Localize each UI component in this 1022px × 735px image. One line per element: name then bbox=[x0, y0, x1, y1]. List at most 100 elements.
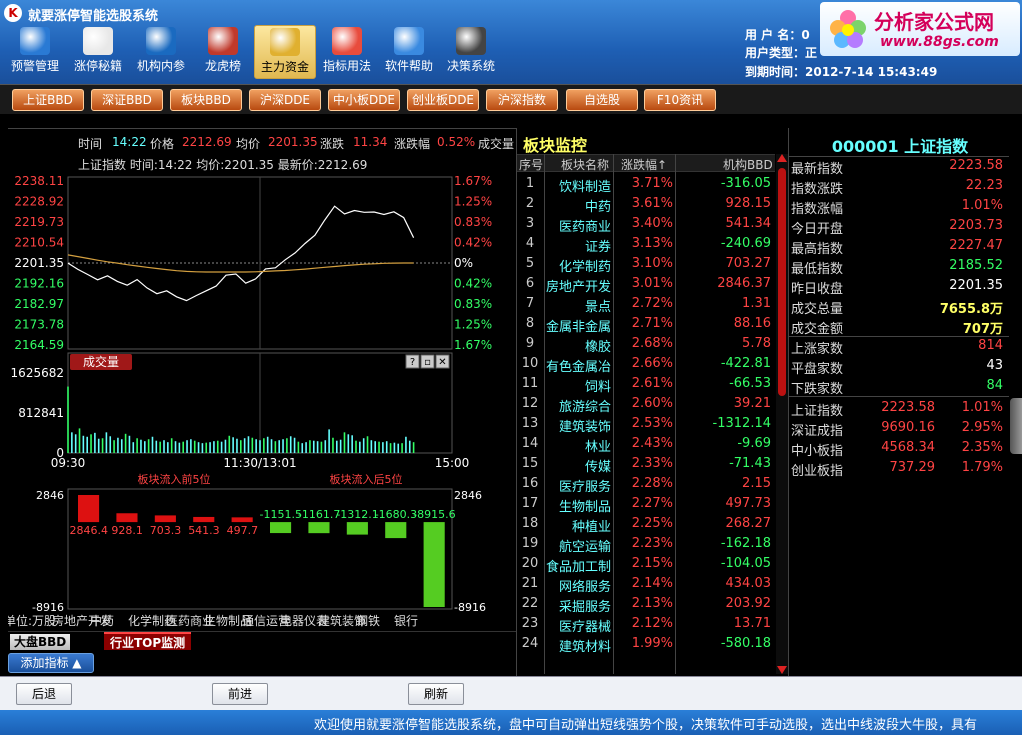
pct-label: 涨跌幅 bbox=[394, 137, 431, 151]
sector-name: 种植业 bbox=[571, 520, 611, 535]
scroll-thumb[interactable] bbox=[778, 168, 786, 396]
toolbar-button-3[interactable]: building-icon 龙虎榜 bbox=[192, 25, 254, 79]
quick-button-2[interactable]: 板块BBD bbox=[170, 89, 242, 111]
user-name-row: 用 户 名：0 bbox=[745, 26, 810, 43]
pct-tick-right: 1.67% bbox=[454, 338, 492, 352]
refresh-button[interactable]: 刷新 bbox=[408, 683, 464, 705]
sector-no: 4 bbox=[525, 236, 535, 251]
toolbar-button-4[interactable]: coins-icon 主力资金 bbox=[254, 25, 316, 79]
sector-row[interactable]: 8 金属非金属 2.71% 88.16 bbox=[517, 314, 775, 335]
toolbar-button-1[interactable]: newspaper-icon 涨停秘籍 bbox=[67, 25, 129, 79]
quick-button-3[interactable]: 沪深DDE bbox=[249, 89, 321, 111]
tab-industry-top[interactable]: 行业TOP监测 bbox=[104, 632, 192, 650]
add-indicator-button[interactable]: 添加指标 ▲ bbox=[8, 653, 94, 673]
sector-row[interactable]: 23 医疗器械 2.12% 13.71 bbox=[517, 614, 775, 635]
quick-button-8[interactable]: F10资讯 bbox=[644, 89, 716, 111]
toolbar-button-7[interactable]: calculator-icon 决策系统 bbox=[440, 25, 502, 79]
sector-row[interactable]: 19 航空运输 2.23% -162.18 bbox=[517, 534, 775, 555]
sector-bbd: 434.03 bbox=[725, 576, 772, 591]
toolbar-button-6[interactable]: help-globe-icon 软件帮助 bbox=[378, 25, 440, 79]
quote-label: 最低指数 bbox=[791, 262, 844, 277]
scroll-up-icon[interactable] bbox=[777, 154, 787, 162]
index-pct: 2.35% bbox=[961, 440, 1003, 455]
avg-value: 2201.35 bbox=[268, 135, 318, 149]
tab-market-bbd[interactable]: 大盘BBD bbox=[10, 634, 71, 650]
expiry-row: 到期时间：2012-7-14 15:43:49 bbox=[745, 63, 937, 80]
quick-button-1[interactable]: 深证BBD bbox=[91, 89, 163, 111]
header-bbd[interactable]: 机构BBD bbox=[723, 156, 773, 173]
sector-row[interactable]: 2 中药 3.61% 928.15 bbox=[517, 194, 775, 215]
sector-row[interactable]: 11 饲料 2.61% -66.53 bbox=[517, 374, 775, 395]
quick-button-4[interactable]: 中小板DDE bbox=[328, 89, 400, 111]
quick-button-7[interactable]: 自选股 bbox=[566, 89, 638, 111]
flow-category-label: 钢铁 bbox=[356, 614, 380, 628]
status-marquee: 欢迎使用就要涨停智能选股系统，盘中可自动弹出短线强势个股，决策软件可手动选股，选… bbox=[314, 718, 978, 733]
flow-category-label: 中药 bbox=[90, 613, 114, 628]
sector-row[interactable]: 5 化学制药 3.10% 703.27 bbox=[517, 254, 775, 275]
sector-bbd: 1.31 bbox=[742, 296, 771, 311]
sector-row[interactable]: 16 医疗服务 2.28% 2.15 bbox=[517, 474, 775, 495]
quote-label: 今日开盘 bbox=[791, 222, 844, 237]
sector-row[interactable]: 17 生物制品 2.27% 497.73 bbox=[517, 494, 775, 515]
flow-bar-label: 928.1 bbox=[111, 524, 143, 537]
sector-no: 23 bbox=[521, 616, 539, 631]
side-collapse-handle[interactable] bbox=[1010, 398, 1022, 454]
sector-row[interactable]: 1 饮料制造 3.71% -316.05 bbox=[517, 174, 775, 195]
index-row[interactable]: 上证指数 2223.58 1.01% bbox=[789, 398, 1007, 419]
sector-row[interactable]: 20 食品加工制 2.15% -104.05 bbox=[517, 554, 775, 575]
sector-row[interactable]: 9 橡胶 2.68% 5.78 bbox=[517, 334, 775, 355]
building-icon: building-icon bbox=[208, 27, 238, 55]
sector-row[interactable]: 7 景点 2.72% 1.31 bbox=[517, 294, 775, 315]
sector-row[interactable]: 18 种植业 2.25% 268.27 bbox=[517, 514, 775, 535]
sector-pct: 3.61% bbox=[631, 196, 673, 211]
sector-name: 航空运输 bbox=[558, 540, 611, 555]
sector-row[interactable]: 15 传媒 2.33% -71.43 bbox=[517, 454, 775, 475]
index-row[interactable]: 深证成指 9690.16 2.95% bbox=[789, 418, 1007, 439]
header-no[interactable]: 序号 bbox=[519, 156, 543, 173]
sector-no: 19 bbox=[521, 536, 539, 551]
quick-button-0[interactable]: 上证BBD bbox=[12, 89, 84, 111]
index-row[interactable]: 创业板指 737.29 1.79% bbox=[789, 458, 1007, 479]
flow-bar bbox=[116, 513, 138, 523]
toolbar-button-5[interactable]: envelope-icon 指标用法 bbox=[316, 25, 378, 79]
index-pct: 2.95% bbox=[961, 420, 1003, 435]
flow-tick-left: -8916 bbox=[32, 601, 64, 614]
sector-row[interactable]: 10 有色金属冶 2.66% -422.81 bbox=[517, 354, 775, 375]
flow-bar bbox=[423, 522, 445, 607]
sector-scrollbar[interactable] bbox=[776, 154, 788, 674]
sector-row[interactable]: 14 林业 2.43% -9.69 bbox=[517, 434, 775, 455]
sector-row[interactable]: 22 采掘服务 2.13% 203.92 bbox=[517, 594, 775, 615]
sector-row[interactable]: 6 房地产开发 3.01% 2846.37 bbox=[517, 274, 775, 295]
sector-row[interactable]: 13 建筑装饰 2.53% -1312.14 bbox=[517, 414, 775, 435]
toolbar-label: 软件帮助 bbox=[384, 59, 433, 73]
back-button[interactable]: 后退 bbox=[16, 683, 72, 705]
sector-row[interactable]: 24 建筑材料 1.99% -580.18 bbox=[517, 634, 775, 655]
sector-no: 16 bbox=[521, 476, 539, 491]
header-pct[interactable]: 涨跌幅↑ bbox=[621, 156, 667, 173]
sector-pct: 2.68% bbox=[631, 336, 673, 351]
header-name[interactable]: 板块名称 bbox=[561, 156, 609, 173]
sector-name: 饮料制造 bbox=[558, 180, 611, 195]
quote-label: 昨日收盘 bbox=[791, 282, 844, 297]
quick-button-6[interactable]: 沪深指数 bbox=[486, 89, 558, 111]
expiry-value: 2012-7-14 15:43:49 bbox=[805, 65, 938, 79]
toolbar-button-2[interactable]: globe-icon 机构内参 bbox=[130, 25, 192, 79]
user-name-value: 0 bbox=[801, 28, 810, 42]
sector-pct: 2.25% bbox=[631, 516, 673, 531]
forward-button[interactable]: 前进 bbox=[212, 683, 268, 705]
brand-logo[interactable]: 分析家公式网 www.88gs.com bbox=[820, 2, 1020, 56]
sector-pct: 3.10% bbox=[631, 256, 673, 271]
sector-pct: 2.23% bbox=[631, 536, 673, 551]
sector-row[interactable]: 12 旅游综合 2.60% 39.21 bbox=[517, 394, 775, 415]
quote-row: 今日开盘 2203.73 bbox=[789, 216, 1007, 237]
time-label: 时间 bbox=[78, 137, 103, 151]
sector-row[interactable]: 4 证券 3.13% -240.69 bbox=[517, 234, 775, 255]
scroll-down-icon[interactable] bbox=[777, 666, 787, 674]
price-tick-left: 2182.97 bbox=[14, 297, 64, 311]
toolbar-button-0[interactable]: monitor-icon 预警管理 bbox=[4, 25, 66, 79]
sector-row[interactable]: 21 网络服务 2.14% 434.03 bbox=[517, 574, 775, 595]
index-row[interactable]: 中小板指 4568.34 2.35% bbox=[789, 438, 1007, 459]
sector-row[interactable]: 3 医药商业 3.40% 541.34 bbox=[517, 214, 775, 235]
index-name: 中小板指 bbox=[791, 444, 844, 459]
quick-button-5[interactable]: 创业板DDE bbox=[407, 89, 479, 111]
